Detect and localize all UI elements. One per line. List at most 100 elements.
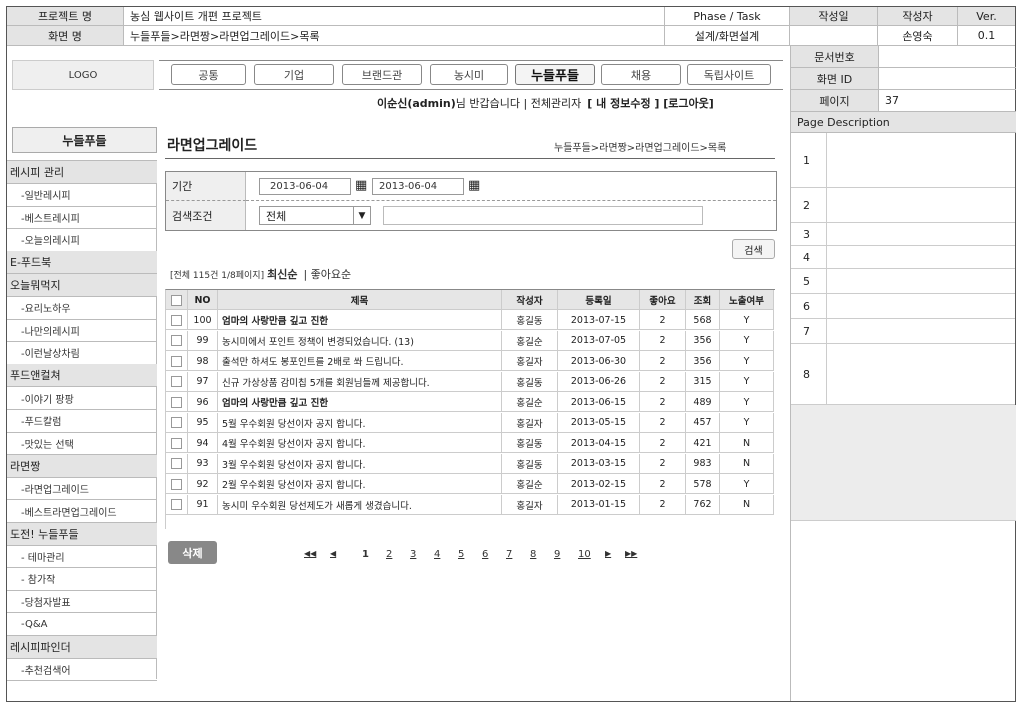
sidebar-group[interactable]: 도전! 누들푸들	[7, 522, 157, 546]
page-number-link[interactable]: 2	[386, 549, 392, 560]
page-number-link[interactable]: 4	[434, 549, 440, 560]
page-number-link[interactable]: 7	[506, 549, 512, 560]
col-visible: 노출여부	[720, 290, 774, 310]
row-checkbox[interactable]	[171, 437, 182, 449]
cell-title[interactable]: 농시미에서 포인트 정책이 변경되었습니다. (13)	[218, 330, 502, 351]
row-checkbox[interactable]	[171, 417, 182, 428]
nav-tab-company[interactable]: 기업	[254, 64, 334, 85]
sidebar-group[interactable]: 레시피 관리	[7, 161, 157, 184]
calendar-icon[interactable]: ▦	[355, 178, 368, 193]
first-page-button[interactable]: ◀◀	[304, 549, 316, 558]
sort-latest[interactable]: 최신순	[267, 266, 297, 282]
row-checkbox[interactable]	[171, 376, 182, 387]
table-row[interactable]: 97 신규 가상상품 감미칩 5개를 회원님들께 제공합니다. 홍길동 2013-06…	[166, 371, 774, 392]
row-checkbox[interactable]	[171, 478, 182, 490]
col-likes: 좋아요	[640, 290, 686, 310]
description-number: 4	[791, 246, 827, 268]
page-number-link[interactable]: 8	[530, 549, 536, 560]
last-page-button[interactable]: ▶▶	[625, 549, 637, 558]
account-links[interactable]: [ 내 정보수정 ] [로그아웃]	[587, 95, 714, 111]
nav-tab-nongsimi[interactable]: 농시미	[430, 64, 508, 85]
sidebar-item[interactable]: -푸드칼럼	[7, 410, 157, 433]
row-checkbox[interactable]	[171, 396, 182, 408]
sidebar-item[interactable]: -오늘의레시피	[7, 229, 157, 252]
select-all-checkbox[interactable]	[171, 294, 182, 306]
sidebar-item[interactable]: - 테마관리	[7, 545, 157, 569]
nav-tab-brand[interactable]: 브랜드관	[342, 64, 422, 85]
date-from-input[interactable]: 2013-06-04	[259, 178, 351, 195]
cell-title[interactable]: 엄마의 사랑만큼 깊고 진한	[218, 392, 502, 412]
row-checkbox[interactable]	[171, 335, 182, 346]
row-checkbox-cell	[166, 371, 188, 392]
sort-likes[interactable]: | 좋아요순	[303, 266, 351, 282]
table-row[interactable]: 98 출석만 하셔도 봉포인트를 2배로 쏴 드립니다. 홍길자 2013-06-30…	[166, 351, 774, 371]
table-row[interactable]: 95 5월 우수회원 당선이자 공지 합니다. 홍길자 2013-05-15 2 457 Y	[166, 412, 774, 433]
page-number-link[interactable]: 1	[362, 549, 369, 560]
sidebar-item[interactable]: -추천검색어	[7, 658, 157, 682]
sidebar-item[interactable]: -Q&A	[7, 613, 157, 636]
row-checkbox[interactable]	[171, 355, 182, 367]
table-row[interactable]: 96 엄마의 사랑만큼 깊고 진한 홍길순 2013-06-15 2 489 Y	[166, 392, 774, 412]
sidebar-group[interactable]: 오늘뭐먹지	[7, 274, 157, 297]
description-number: 8	[791, 344, 827, 404]
page-number: 37	[879, 90, 1016, 112]
page-number-link[interactable]: 6	[482, 549, 488, 560]
page-number-link[interactable]: 3	[410, 549, 416, 560]
cell-views: 489	[686, 392, 720, 412]
row-checkbox[interactable]	[171, 458, 182, 469]
breadcrumb: 누들푸들>라면짱>라면업그레이드>목록	[554, 143, 727, 154]
description-row: 4	[791, 246, 1015, 269]
table-row[interactable]: 94 4월 우수회원 당선이자 공지 합니다. 홍길동 2013-04-15 2 421 N	[166, 433, 774, 453]
sidebar-item[interactable]: -베스트라면업그레이드	[7, 500, 157, 523]
cell-title[interactable]: 3월 우수회원 당선이자 공지 합니다.	[218, 453, 502, 474]
sidebar-group[interactable]: E-푸드북	[7, 251, 157, 275]
sidebar-item[interactable]: -베스트레시피	[7, 206, 157, 230]
sidebar-item[interactable]: -나만의레시피	[7, 319, 157, 343]
cell-title[interactable]: 5월 우수회원 당선이자 공지 합니다.	[218, 412, 502, 433]
sidebar-item[interactable]: -라면업그레이드	[7, 477, 157, 501]
table-row[interactable]: 92 2월 우수회원 당선이자 공지 합니다. 홍길순 2013-02-15 2 578 Y	[166, 474, 774, 494]
description-number: 5	[791, 269, 827, 293]
cell-title[interactable]: 2월 우수회원 당선이자 공지 합니다.	[218, 474, 502, 494]
sidebar-group[interactable]: 레시피파인더	[7, 635, 157, 659]
sidebar-group[interactable]: 푸드앤컬쳐	[7, 364, 157, 388]
table-row[interactable]: 91 농시미 우수회원 당선제도가 새롭게 생겼습니다. 홍길자 2013-01-15…	[166, 494, 774, 515]
logo[interactable]: LOGO	[12, 60, 154, 90]
sidebar-item[interactable]: -이야기 팡팡	[7, 387, 157, 410]
table-row[interactable]: 100 엄마의 사랑만큼 깊고 진한 홍길동 2013-07-15 2 568 Y	[166, 310, 774, 330]
chevron-down-icon[interactable]: ▼	[353, 207, 370, 224]
sidebar-item[interactable]: -요리노하우	[7, 297, 157, 320]
condition-select[interactable]: 전체 ▼	[259, 206, 371, 225]
nav-tab-independent-site[interactable]: 독립사이트	[687, 64, 771, 85]
sidebar-item[interactable]: -일반레시피	[7, 184, 157, 207]
sidebar-item[interactable]: - 참가작	[7, 568, 157, 591]
cell-title[interactable]: 신규 가상상품 감미칩 5개를 회원님들께 제공합니다.	[218, 371, 502, 392]
cell-title[interactable]: 4월 우수회원 당선이자 공지 합니다.	[218, 433, 502, 453]
nav-tab-noodlefoodle[interactable]: 누들푸들	[515, 64, 595, 85]
calendar-icon[interactable]: ▦	[468, 178, 481, 193]
page-number-link[interactable]: 5	[458, 549, 464, 560]
prev-page-button[interactable]: ◀	[330, 549, 336, 558]
sidebar-item[interactable]: -이런날상차림	[7, 342, 157, 365]
search-button[interactable]: 검색	[732, 239, 775, 259]
page-number-link[interactable]: 10	[578, 549, 591, 560]
delete-button[interactable]: 삭제	[168, 541, 217, 564]
table-row[interactable]: 99 농시미에서 포인트 정책이 변경되었습니다. (13) 홍길순 2013-07-…	[166, 330, 774, 351]
row-checkbox[interactable]	[171, 314, 182, 326]
cell-author: 홍길동	[502, 453, 558, 474]
nav-tab-recruit[interactable]: 채용	[601, 64, 681, 85]
nav-tab-common[interactable]: 공통	[171, 64, 246, 85]
page-number-link[interactable]: 9	[554, 549, 560, 560]
cell-title[interactable]: 출석만 하셔도 봉포인트를 2배로 쏴 드립니다.	[218, 351, 502, 371]
row-checkbox[interactable]	[171, 499, 182, 510]
cell-title[interactable]: 엄마의 사랑만큼 깊고 진한	[218, 310, 502, 330]
keyword-input[interactable]	[383, 206, 703, 225]
col-title: 제목	[218, 290, 502, 310]
cell-title[interactable]: 농시미 우수회원 당선제도가 새롭게 생겼습니다.	[218, 494, 502, 515]
sidebar-group[interactable]: 라면짱	[7, 454, 157, 478]
next-page-button[interactable]: ▶	[605, 549, 611, 558]
sidebar-item[interactable]: -당첨자발표	[7, 590, 157, 614]
date-to-input[interactable]: 2013-06-04	[372, 178, 464, 195]
table-row[interactable]: 93 3월 우수회원 당선이자 공지 합니다. 홍길동 2013-03-15 2 983 N	[166, 453, 774, 474]
sidebar-item[interactable]: -맛있는 선택	[7, 432, 157, 456]
